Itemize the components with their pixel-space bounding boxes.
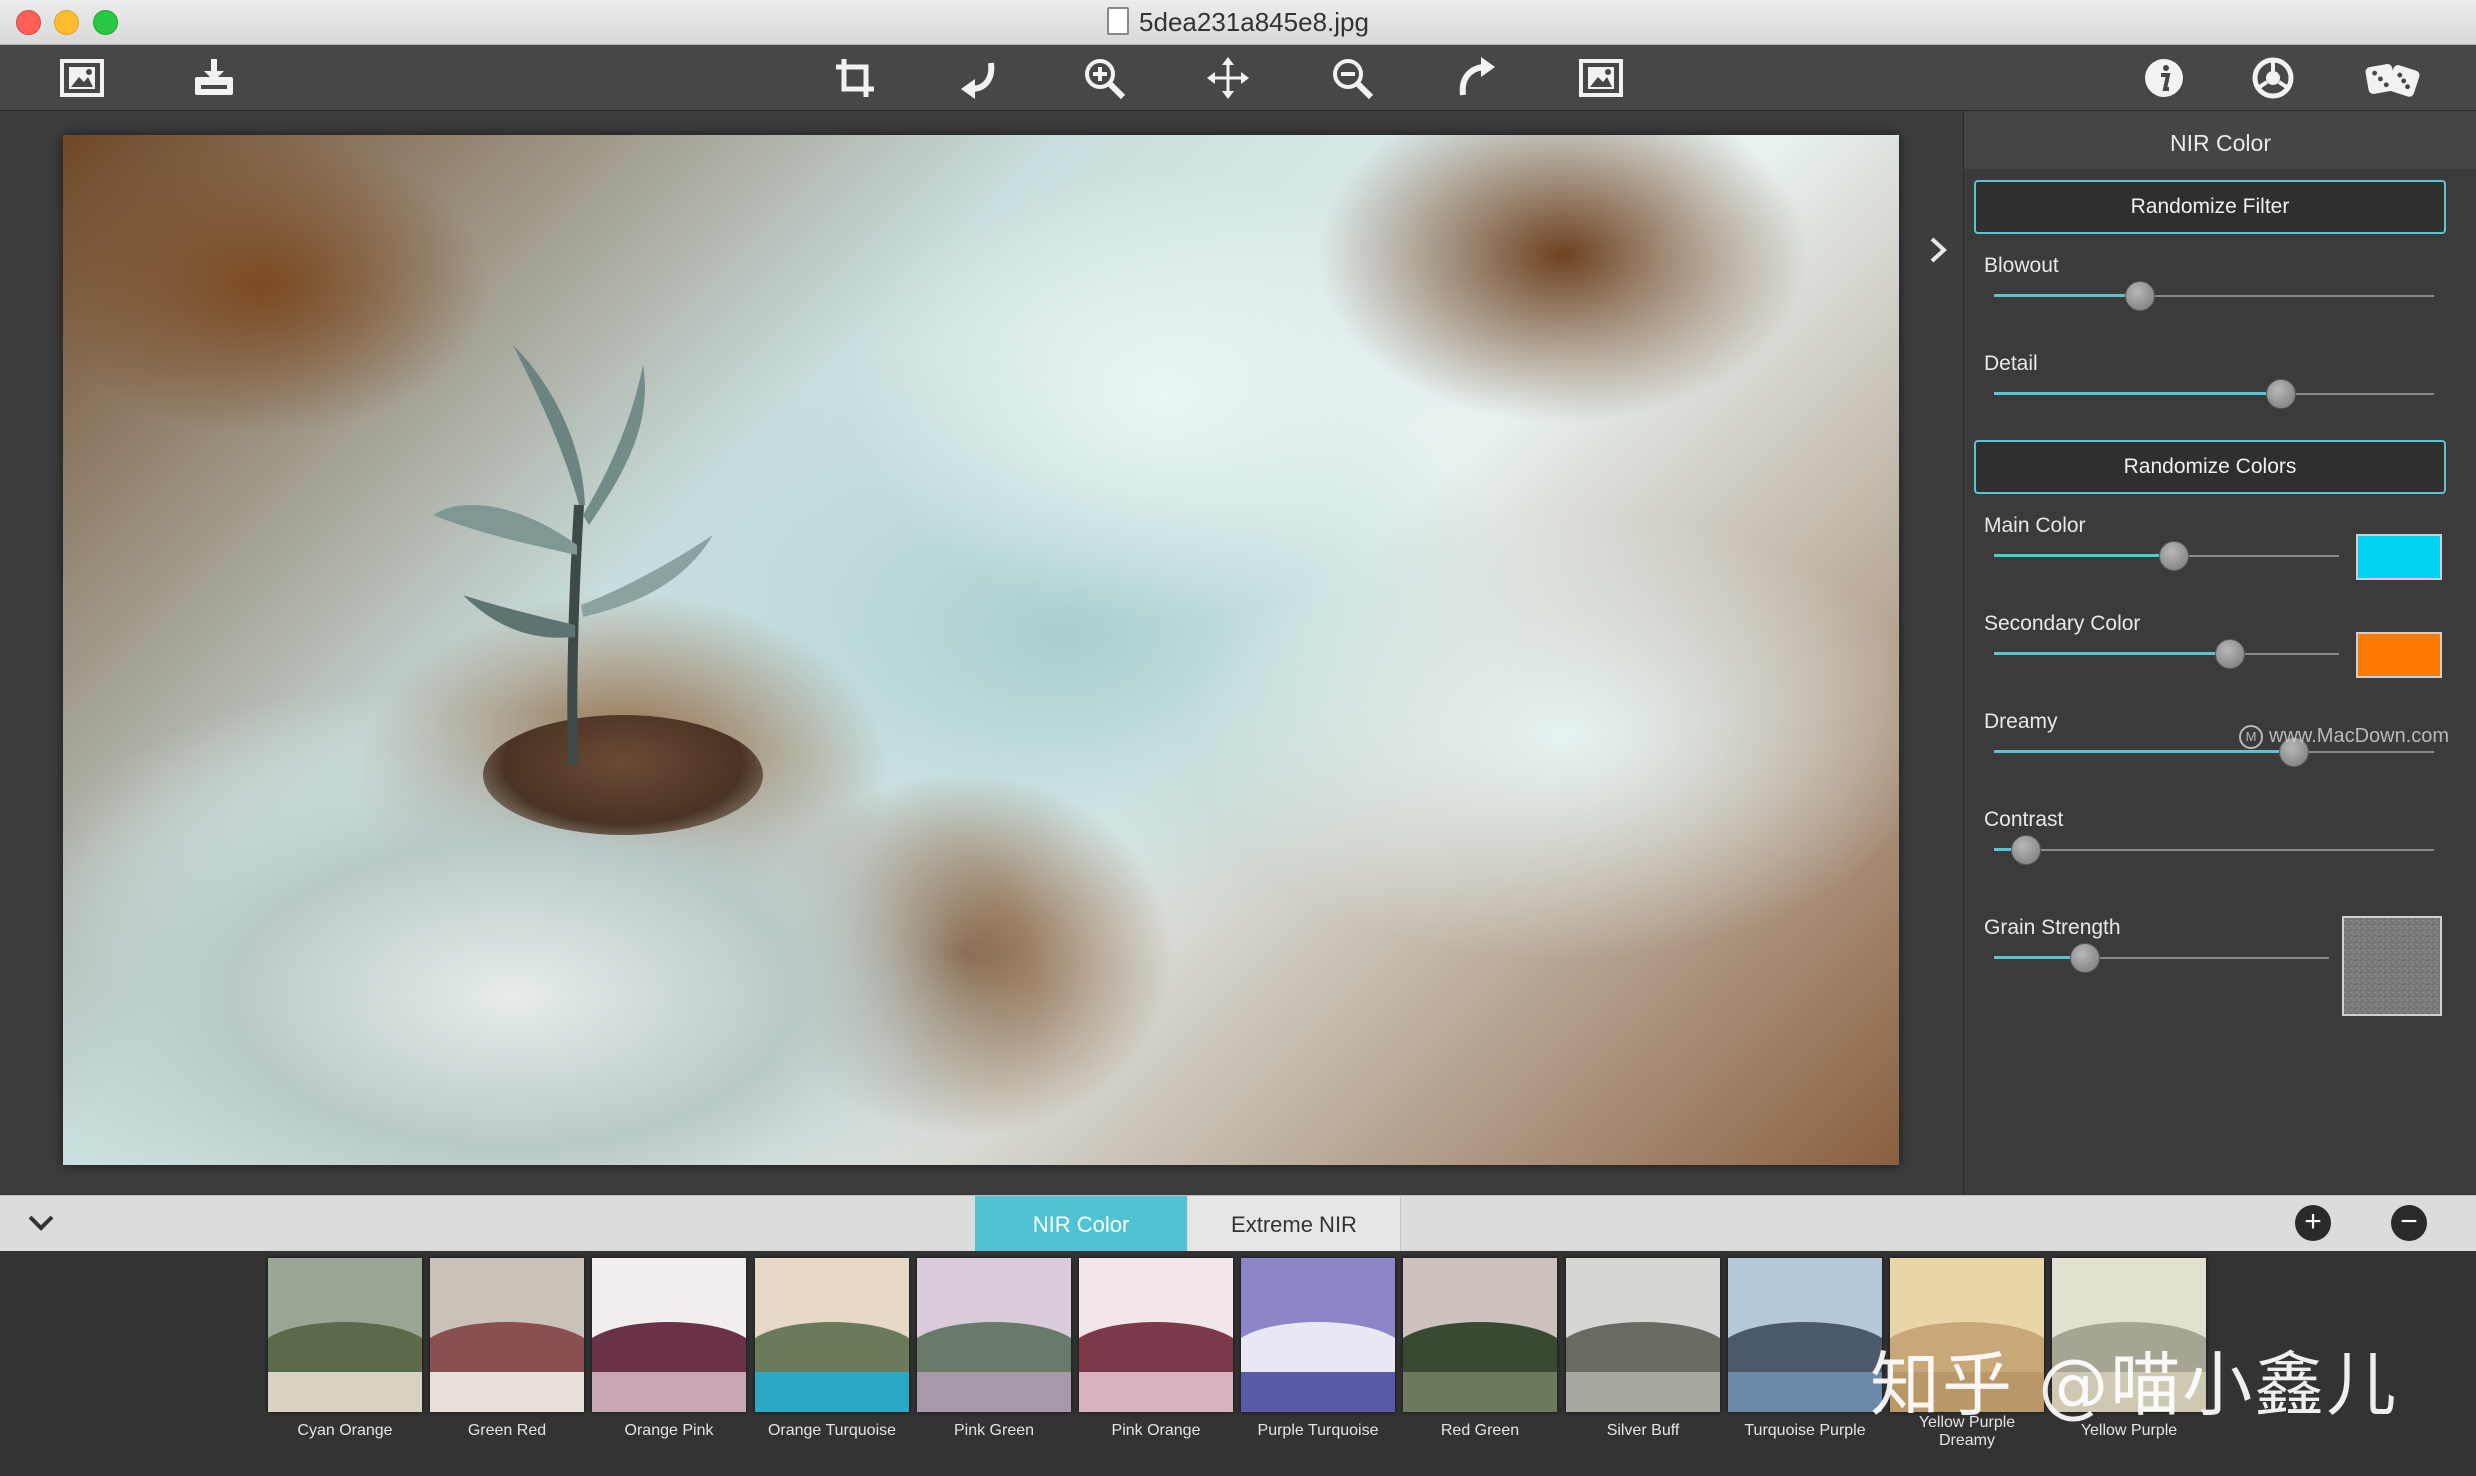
preset-item[interactable]: Purple Turquoise xyxy=(1241,1258,1395,1440)
randomize-filter-button[interactable]: Randomize Filter xyxy=(1974,180,2446,234)
preset-label: Purple Turquoise xyxy=(1257,1422,1379,1439)
crop-icon[interactable] xyxy=(830,53,880,103)
presets-strip: Cyan Orange Green Red Orange Pink Orange Tu… xyxy=(0,1251,2476,1476)
tab-nir-color[interactable]: NIR Color xyxy=(975,1196,1187,1251)
open-image-icon[interactable] xyxy=(57,53,107,103)
preset-thumbnail-ground xyxy=(917,1372,1071,1412)
preset-item[interactable]: Turquoise Purple xyxy=(1728,1258,1882,1440)
preset-item[interactable]: Pink Orange xyxy=(1079,1258,1233,1440)
preset-item[interactable]: Red Green xyxy=(1403,1258,1557,1440)
detail-slider[interactable] xyxy=(1994,379,2434,409)
randomize-dice-icon[interactable] xyxy=(2362,53,2426,103)
blowout-slider-knob[interactable] xyxy=(2125,281,2156,311)
main-color-swatch[interactable] xyxy=(2356,534,2442,580)
grain-strength-label: Grain Strength xyxy=(1984,916,2121,939)
preset-label: Pink Orange xyxy=(1111,1422,1201,1439)
preset-thumbnail xyxy=(1241,1258,1395,1412)
preset-thumbnail xyxy=(268,1258,422,1412)
preset-label: Orange Turquoise xyxy=(767,1422,897,1439)
preset-label: Orange Pink xyxy=(624,1422,714,1439)
detail-slider-knob[interactable] xyxy=(2266,379,2296,409)
grain-preview-swatch[interactable] xyxy=(2342,916,2442,1016)
undo-icon[interactable] xyxy=(955,53,1005,103)
adjustments-panel: NIR Color Randomize Filter Blowout Detai… xyxy=(1963,111,2476,1194)
preset-thumbnail-ground xyxy=(1403,1372,1557,1412)
zhihu-watermark: 知乎 @喵小鑫儿 xyxy=(1870,1344,2399,1426)
preset-item[interactable]: Green Red xyxy=(430,1258,584,1440)
macdown-watermark: Mwww.MacDown.com xyxy=(2239,725,2449,749)
contrast-slider-knob[interactable] xyxy=(2010,835,2041,865)
preset-thumbnail xyxy=(1403,1258,1557,1412)
filter-tab-bar: NIR Color Extreme NIR + − xyxy=(0,1195,2476,1252)
secondary-color-slider-knob[interactable] xyxy=(2214,639,2245,669)
tab-extreme-nir[interactable]: Extreme NIR xyxy=(1188,1196,1401,1251)
preset-label: Cyan Orange xyxy=(297,1422,393,1439)
secondary-color-swatch[interactable] xyxy=(2356,632,2442,678)
preset-item[interactable]: Orange Pink xyxy=(592,1258,746,1440)
preset-label: Pink Green xyxy=(953,1422,1035,1439)
redo-icon[interactable] xyxy=(1451,53,1501,103)
photo-preview[interactable] xyxy=(63,135,1899,1165)
preset-thumbnail xyxy=(592,1258,746,1412)
document-icon xyxy=(1107,7,1130,35)
preset-label: Turquoise Purple xyxy=(1744,1422,1866,1439)
collapse-chevron-down-icon[interactable] xyxy=(26,1210,56,1236)
grain-strength-slider[interactable] xyxy=(1994,943,2329,973)
preset-label: Green Red xyxy=(467,1422,547,1439)
plus-icon: + xyxy=(2304,1205,2322,1238)
contrast-slider[interactable] xyxy=(1994,835,2434,865)
preset-label: Silver Buff xyxy=(1606,1422,1680,1439)
compare-icon[interactable] xyxy=(1576,53,1626,103)
panel-title: NIR Color xyxy=(1964,111,2476,169)
title-bar: 5dea231a845e8.jpg xyxy=(0,0,2476,45)
preset-item[interactable]: Silver Buff xyxy=(1566,1258,1720,1440)
info-icon[interactable] xyxy=(2139,53,2189,103)
preset-thumbnail-ground xyxy=(430,1372,584,1412)
preset-item[interactable]: Pink Green xyxy=(917,1258,1071,1440)
zoom-in-icon[interactable] xyxy=(1079,53,1129,103)
remove-preset-button[interactable]: − xyxy=(2391,1205,2427,1241)
panel-toggle-chevron-icon[interactable] xyxy=(1926,235,1950,265)
preset-label: Red Green xyxy=(1440,1422,1520,1439)
settings-icon[interactable] xyxy=(2248,53,2298,103)
randomize-colors-button[interactable]: Randomize Colors xyxy=(1974,440,2446,494)
blowout-label: Blowout xyxy=(1984,254,2059,277)
preset-thumbnail xyxy=(1728,1258,1882,1412)
main-color-label: Main Color xyxy=(1984,514,2086,537)
secondary-color-label: Secondary Color xyxy=(1984,612,2141,635)
preset-thumbnail-ground xyxy=(268,1372,422,1412)
preset-thumbnail-ground xyxy=(1079,1372,1233,1412)
preset-thumbnail-ground xyxy=(1728,1372,1882,1412)
window-title: 5dea231a845e8.jpg xyxy=(0,7,2476,38)
photo-plant xyxy=(433,345,713,765)
toolbar xyxy=(0,45,2476,111)
save-export-icon[interactable] xyxy=(189,53,239,103)
secondary-color-slider[interactable] xyxy=(1994,639,2339,669)
add-preset-button[interactable]: + xyxy=(2295,1205,2331,1241)
detail-label: Detail xyxy=(1984,352,2038,375)
main-color-slider-knob[interactable] xyxy=(2159,541,2190,571)
zoom-out-icon[interactable] xyxy=(1327,53,1377,103)
canvas-area xyxy=(0,111,1962,1194)
minus-icon: − xyxy=(2400,1205,2418,1238)
grain-noise xyxy=(2344,918,2440,1014)
preset-thumbnail-ground xyxy=(1566,1372,1720,1412)
move-icon[interactable] xyxy=(1203,53,1253,103)
preset-item[interactable]: Cyan Orange xyxy=(268,1258,422,1440)
preset-thumbnail xyxy=(1566,1258,1720,1412)
preset-thumbnail xyxy=(1079,1258,1233,1412)
preset-thumbnail-ground xyxy=(1241,1372,1395,1412)
preset-thumbnail xyxy=(755,1258,909,1412)
contrast-label: Contrast xyxy=(1984,808,2064,831)
preset-thumbnail xyxy=(430,1258,584,1412)
preset-thumbnail-ground xyxy=(592,1372,746,1412)
preset-thumbnail-ground xyxy=(755,1372,909,1412)
blowout-slider[interactable] xyxy=(1994,281,2434,311)
macdown-logo-icon: M xyxy=(2239,725,2263,749)
preset-thumbnail xyxy=(917,1258,1071,1412)
grain-strength-slider-knob[interactable] xyxy=(2070,943,2101,973)
dreamy-label: Dreamy xyxy=(1984,710,2058,733)
preset-item[interactable]: Orange Turquoise xyxy=(755,1258,909,1440)
main-color-slider[interactable] xyxy=(1994,541,2339,571)
